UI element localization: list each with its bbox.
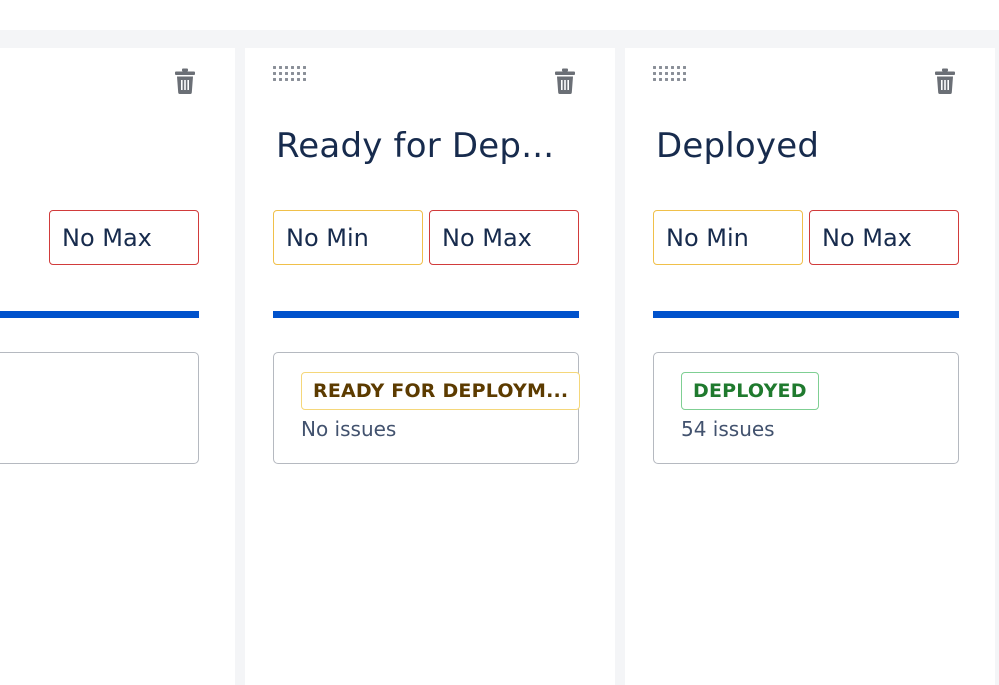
trash-icon[interactable] <box>555 68 575 94</box>
trash-icon[interactable] <box>935 68 955 94</box>
board-column: Deployed DEPLOYED 54 issues <box>625 48 995 685</box>
max-limit-input[interactable] <box>49 210 199 265</box>
drag-handle-icon[interactable] <box>273 66 307 86</box>
issue-count: 54 issues <box>681 417 775 441</box>
column-title[interactable]: Deployed <box>656 126 819 166</box>
trash-icon[interactable] <box>175 68 195 94</box>
board-column: Ready for Dep... READY FOR DEPLOYM... No… <box>245 48 615 685</box>
status-lozenge: DEPLOYED <box>681 372 819 410</box>
status-card[interactable]: DEPLOYED 54 issues <box>653 352 959 464</box>
min-limit-input[interactable] <box>273 210 423 265</box>
column-progress-bar <box>0 311 199 318</box>
drag-handle-icon[interactable] <box>653 66 687 86</box>
status-card[interactable] <box>0 352 199 464</box>
board-column <box>0 48 235 685</box>
column-progress-bar <box>273 311 579 318</box>
max-limit-input[interactable] <box>429 210 579 265</box>
min-limit-input[interactable] <box>653 210 803 265</box>
issue-count: No issues <box>301 417 397 441</box>
column-title[interactable]: Ready for Dep... <box>276 126 554 166</box>
max-limit-input[interactable] <box>809 210 959 265</box>
board: Ready for Dep... READY FOR DEPLOYM... No… <box>0 30 999 685</box>
status-card[interactable]: READY FOR DEPLOYM... No issues <box>273 352 581 464</box>
column-progress-bar <box>653 311 959 318</box>
status-lozenge: READY FOR DEPLOYM... <box>301 372 581 410</box>
